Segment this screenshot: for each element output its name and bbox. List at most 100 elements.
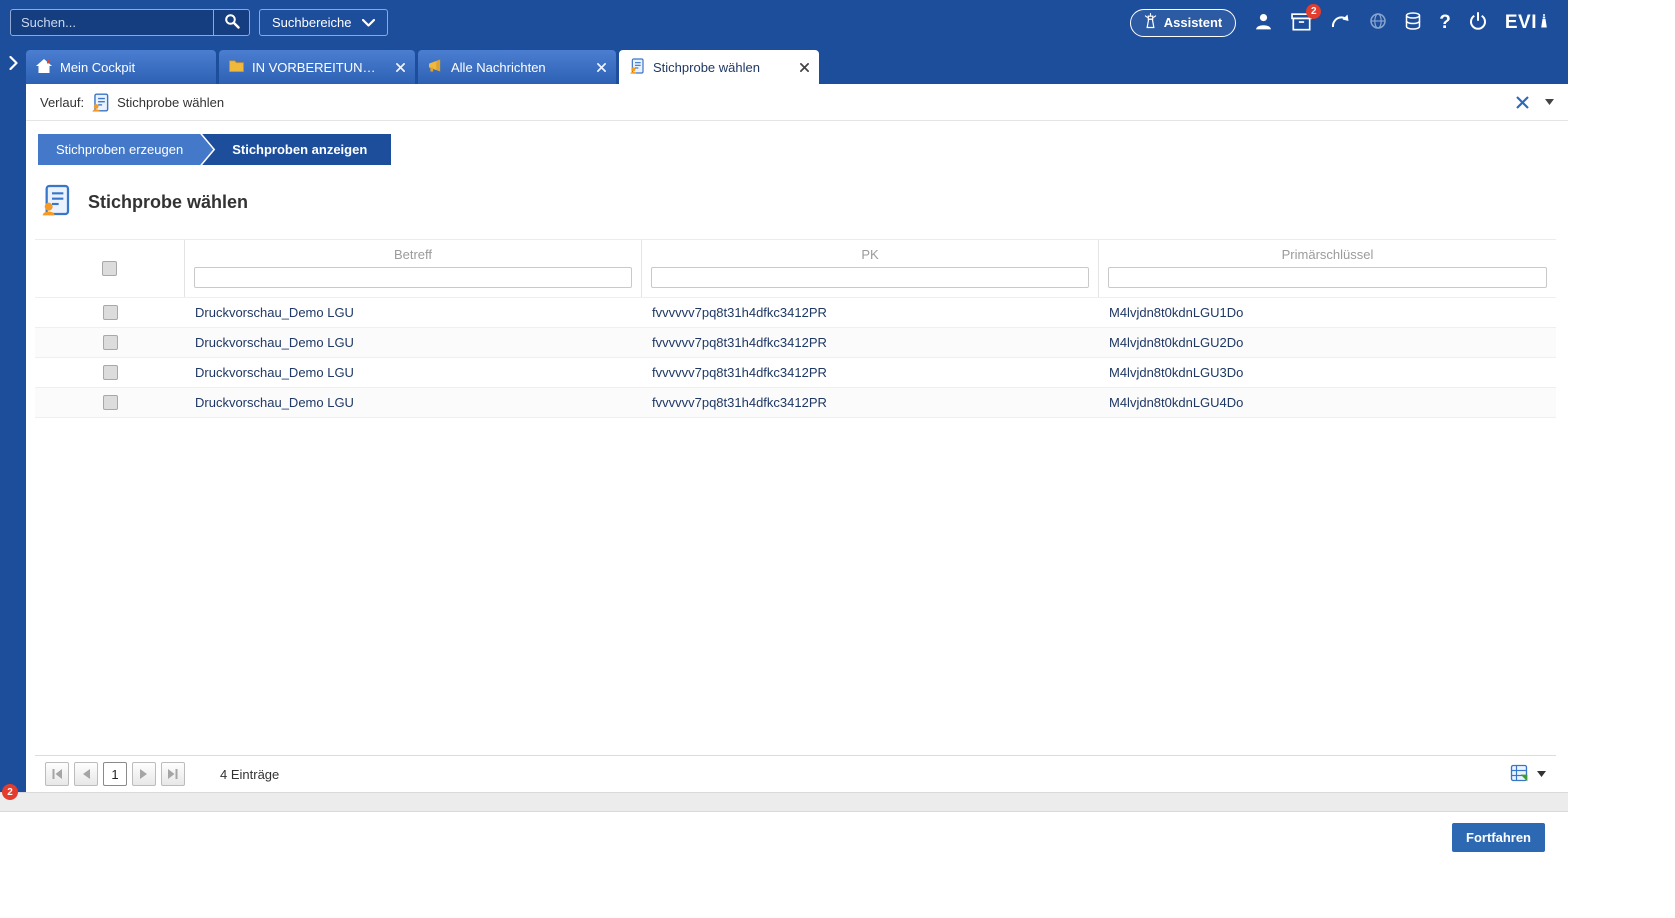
database-button[interactable]	[1405, 12, 1421, 33]
current-page-indicator[interactable]: 1	[103, 762, 127, 786]
globe-button[interactable]	[1369, 12, 1387, 33]
assistant-label: Assistent	[1164, 15, 1223, 30]
select-all-checkbox[interactable]	[102, 261, 117, 276]
export-menu-chevron-icon[interactable]	[1537, 771, 1546, 777]
cell-pk: fvvvvvv7pq8t31h4dfkc3412PR	[642, 335, 1099, 350]
previous-page-button[interactable]	[74, 762, 98, 786]
user-button[interactable]	[1254, 12, 1273, 34]
wizard-step-anzeigen[interactable]: Stichproben anzeigen	[202, 134, 391, 165]
wizard-step-label: Stichproben erzeugen	[56, 142, 183, 157]
corner-notification-badge: 2	[2, 784, 18, 800]
topbar-actions: Assistent 2	[1130, 9, 1548, 37]
megaphone-icon	[428, 59, 443, 75]
main-content: Verlauf: Stichprobe wählen Stichproben e…	[26, 84, 1568, 792]
separator-strip	[0, 792, 1568, 812]
continue-button[interactable]: Fortfahren	[1452, 823, 1545, 852]
sidebar-expand-button[interactable]	[0, 45, 26, 84]
column-primaerschluessel: Primärschlüssel	[1099, 240, 1556, 297]
cell-betreff: Druckvorschau_Demo LGU	[185, 335, 642, 350]
topbar: Suchbereiche Assistent 2	[0, 0, 1568, 45]
row-checkbox[interactable]	[103, 305, 118, 320]
row-checkbox[interactable]	[103, 365, 118, 380]
first-page-button[interactable]	[45, 762, 69, 786]
tab-label: IN VORBEREITUNG, 0...	[252, 60, 382, 75]
search-areas-button[interactable]: Suchbereiche	[259, 9, 388, 36]
global-search	[10, 9, 250, 36]
search-input[interactable]	[11, 10, 213, 35]
row-checkbox[interactable]	[103, 335, 118, 350]
export-button[interactable]	[1509, 763, 1529, 786]
redo-button[interactable]	[1330, 13, 1351, 33]
wizard-step-label: Stichproben anzeigen	[232, 142, 367, 157]
cell-pk: fvvvvvv7pq8t31h4dfkc3412PR	[642, 305, 1099, 320]
sample-document-icon	[40, 184, 72, 221]
cell-pk: fvvvvvv7pq8t31h4dfkc3412PR	[642, 395, 1099, 410]
evi-logo-mark-icon	[1540, 12, 1548, 34]
search-button[interactable]	[213, 10, 249, 35]
history-label: Verlauf:	[40, 95, 84, 110]
page-title: Stichprobe wählen	[88, 192, 248, 213]
search-icon	[224, 13, 240, 32]
globe-icon	[1369, 12, 1387, 33]
samples-table: Betreff PK Primärschlüssel Druckvorschau…	[35, 239, 1556, 792]
table-row[interactable]: Druckvorschau_Demo LGU fvvvvvv7pq8t31h4d…	[35, 297, 1556, 327]
logout-button[interactable]	[1469, 12, 1487, 33]
tab-close-icon[interactable]	[390, 61, 405, 74]
tab-close-icon[interactable]	[794, 61, 809, 74]
page-header: Stichprobe wählen	[40, 185, 1568, 219]
row-select-cell	[35, 305, 185, 320]
entry-count: 4 Einträge	[220, 767, 279, 782]
row-select-cell	[35, 395, 185, 410]
wizard-steps: Stichproben erzeugen Stichproben anzeige…	[38, 134, 1568, 165]
table-empty-space	[35, 418, 1556, 755]
cell-primaerschluessel: M4lvjdn8t0kdnLGU1Do	[1099, 305, 1556, 320]
notification-badge: 2	[1306, 4, 1321, 19]
filter-primaerschluessel-input[interactable]	[1108, 267, 1547, 288]
row-select-cell	[35, 365, 185, 380]
cell-betreff: Druckvorschau_Demo LGU	[185, 365, 642, 380]
packages-button[interactable]: 2	[1291, 12, 1312, 34]
chevron-down-icon	[362, 15, 375, 30]
filter-pk-input[interactable]	[651, 267, 1089, 288]
table-row[interactable]: Druckvorschau_Demo LGU fvvvvvv7pq8t31h4d…	[35, 357, 1556, 387]
tab-alle-nachrichten[interactable]: Alle Nachrichten	[418, 50, 616, 84]
left-rail	[0, 84, 26, 792]
database-icon	[1405, 12, 1421, 33]
tab-in-vorbereitung[interactable]: IN VORBEREITUNG, 0...	[219, 50, 415, 84]
select-all-cell	[35, 240, 185, 297]
row-checkbox[interactable]	[103, 395, 118, 410]
panel-collapse-chevron-icon[interactable]	[1545, 99, 1554, 105]
column-header-label[interactable]: PK	[642, 240, 1098, 267]
export-controls	[1509, 763, 1546, 786]
row-select-cell	[35, 335, 185, 350]
assistant-button[interactable]: Assistent	[1130, 9, 1237, 37]
bottom-action-bar: Fortfahren	[0, 812, 1568, 916]
help-button[interactable]: ?	[1439, 12, 1451, 34]
history-bar: Verlauf: Stichprobe wählen	[26, 84, 1568, 121]
wizard-step-erzeugen[interactable]: Stichproben erzeugen	[38, 134, 213, 165]
user-icon	[1254, 12, 1273, 34]
next-page-button[interactable]	[132, 762, 156, 786]
lighthouse-icon	[1144, 13, 1157, 32]
tab-label: Mein Cockpit	[60, 60, 206, 75]
cell-primaerschluessel: M4lvjdn8t0kdnLGU2Do	[1099, 335, 1556, 350]
last-page-button[interactable]	[161, 762, 185, 786]
app-window: Suchbereiche Assistent 2	[0, 0, 1568, 918]
column-header-label[interactable]: Primärschlüssel	[1099, 240, 1556, 267]
redo-arrow-icon	[1330, 13, 1351, 33]
column-header-label[interactable]: Betreff	[185, 240, 641, 267]
tab-mein-cockpit[interactable]: Mein Cockpit	[26, 50, 216, 84]
table-row[interactable]: Druckvorschau_Demo LGU fvvvvvv7pq8t31h4d…	[35, 327, 1556, 357]
chevron-right-icon	[9, 56, 18, 73]
cell-primaerschluessel: M4lvjdn8t0kdnLGU3Do	[1099, 365, 1556, 380]
tab-label: Alle Nachrichten	[451, 60, 583, 75]
history-current-item[interactable]: Stichprobe wählen	[117, 95, 224, 110]
panel-close-button[interactable]	[1516, 96, 1529, 109]
pagination-bar: 1 4 Einträge	[35, 755, 1556, 792]
tab-stichprobe-waehlen[interactable]: Stichprobe wählen	[619, 50, 819, 84]
export-table-icon	[1509, 763, 1529, 786]
tab-close-icon[interactable]	[591, 61, 606, 74]
column-pk: PK	[642, 240, 1099, 297]
table-row[interactable]: Druckvorschau_Demo LGU fvvvvvv7pq8t31h4d…	[35, 387, 1556, 417]
filter-betreff-input[interactable]	[194, 267, 632, 288]
